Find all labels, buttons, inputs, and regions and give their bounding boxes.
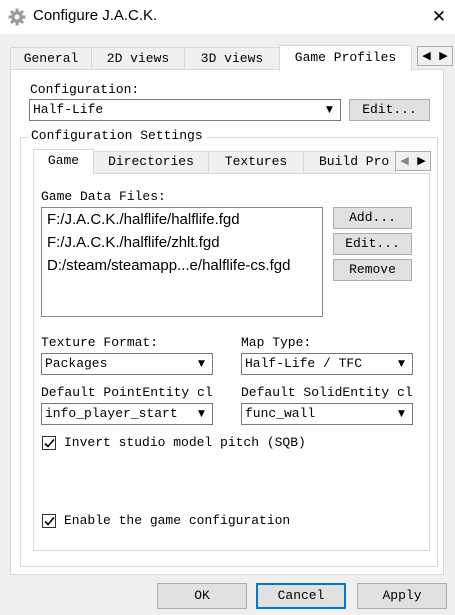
- solid-entity-label: Default SolidEntity cl: [241, 385, 413, 400]
- tab-general[interactable]: General: [10, 47, 92, 71]
- gear-icon: [8, 8, 26, 26]
- solid-entity-select[interactable]: func_wall ▼: [241, 403, 413, 425]
- inner-tab-scroller: ◀ ▶: [395, 151, 431, 171]
- scroll-left-icon[interactable]: ◀: [418, 47, 435, 65]
- ok-button[interactable]: OK: [157, 583, 247, 609]
- cancel-button[interactable]: Cancel: [256, 583, 346, 609]
- chevron-down-icon: ▼: [398, 409, 405, 419]
- add-file-button[interactable]: Add...: [333, 207, 412, 229]
- group-title: Configuration Settings: [28, 128, 206, 143]
- window-title: Configure J.A.C.K.: [33, 7, 158, 24]
- texture-format-value: Packages: [45, 356, 108, 371]
- configuration-value: Half-Life: [33, 102, 104, 117]
- invert-pitch-checkbox[interactable]: [42, 436, 56, 450]
- solid-entity-value: func_wall: [245, 406, 316, 421]
- invert-pitch-label[interactable]: Invert studio model pitch (SQB): [64, 435, 306, 450]
- tab-build-programs[interactable]: Build Pro: [303, 151, 396, 173]
- point-entity-select[interactable]: info_player_start ▼: [41, 403, 213, 425]
- tab-textures[interactable]: Textures: [208, 151, 304, 173]
- map-type-label: Map Type:: [241, 335, 312, 350]
- configuration-select[interactable]: Half-Life ▼: [29, 99, 341, 121]
- map-type-value: Half-Life / TFC: [245, 356, 363, 371]
- tab-game-profiles[interactable]: Game Profiles: [279, 45, 412, 71]
- close-button[interactable]: ✕: [424, 2, 454, 32]
- configuration-label: Configuration:: [30, 82, 140, 97]
- tab-directories[interactable]: Directories: [93, 151, 209, 173]
- enable-config-checkbox[interactable]: [42, 514, 56, 528]
- texture-format-select[interactable]: Packages ▼: [41, 353, 213, 375]
- scroll-left-icon[interactable]: ◀: [396, 152, 413, 170]
- checkmark-icon: [44, 516, 55, 526]
- configuration-edit-button[interactable]: Edit...: [349, 99, 430, 121]
- tab-2d-views[interactable]: 2D views: [91, 47, 185, 71]
- game-data-files-list[interactable]: F:/J.A.C.K./halflife/halflife.fgd F:/J.A…: [41, 207, 323, 317]
- list-item[interactable]: F:/J.A.C.K./halflife/halflife.fgd: [47, 211, 240, 228]
- game-data-files-label: Game Data Files:: [41, 189, 166, 204]
- chevron-down-icon: ▼: [326, 105, 333, 115]
- apply-button[interactable]: Apply: [357, 583, 447, 609]
- point-entity-label: Default PointEntity cl: [41, 385, 213, 400]
- list-item[interactable]: F:/J.A.C.K./halflife/zhlt.fgd: [47, 234, 220, 251]
- texture-format-label: Texture Format:: [41, 335, 159, 350]
- edit-file-button[interactable]: Edit...: [333, 233, 412, 255]
- title-bar: Configure J.A.C.K. ✕: [0, 0, 455, 34]
- chevron-down-icon: ▼: [198, 409, 205, 419]
- enable-config-label[interactable]: Enable the game configuration: [64, 513, 290, 528]
- chevron-down-icon: ▼: [198, 359, 205, 369]
- tab-3d-views[interactable]: 3D views: [184, 47, 280, 71]
- list-item[interactable]: D:/steam/steamapp...e/halflife-cs.fgd: [47, 257, 290, 274]
- outer-tab-scroller: ◀ ▶: [417, 46, 453, 66]
- chevron-down-icon: ▼: [398, 359, 405, 369]
- map-type-select[interactable]: Half-Life / TFC ▼: [241, 353, 413, 375]
- scroll-right-icon[interactable]: ▶: [413, 152, 430, 170]
- point-entity-value: info_player_start: [45, 406, 178, 421]
- checkmark-icon: [44, 438, 55, 448]
- scroll-right-icon[interactable]: ▶: [435, 47, 452, 65]
- tab-game[interactable]: Game: [33, 149, 94, 174]
- remove-file-button[interactable]: Remove: [333, 259, 412, 281]
